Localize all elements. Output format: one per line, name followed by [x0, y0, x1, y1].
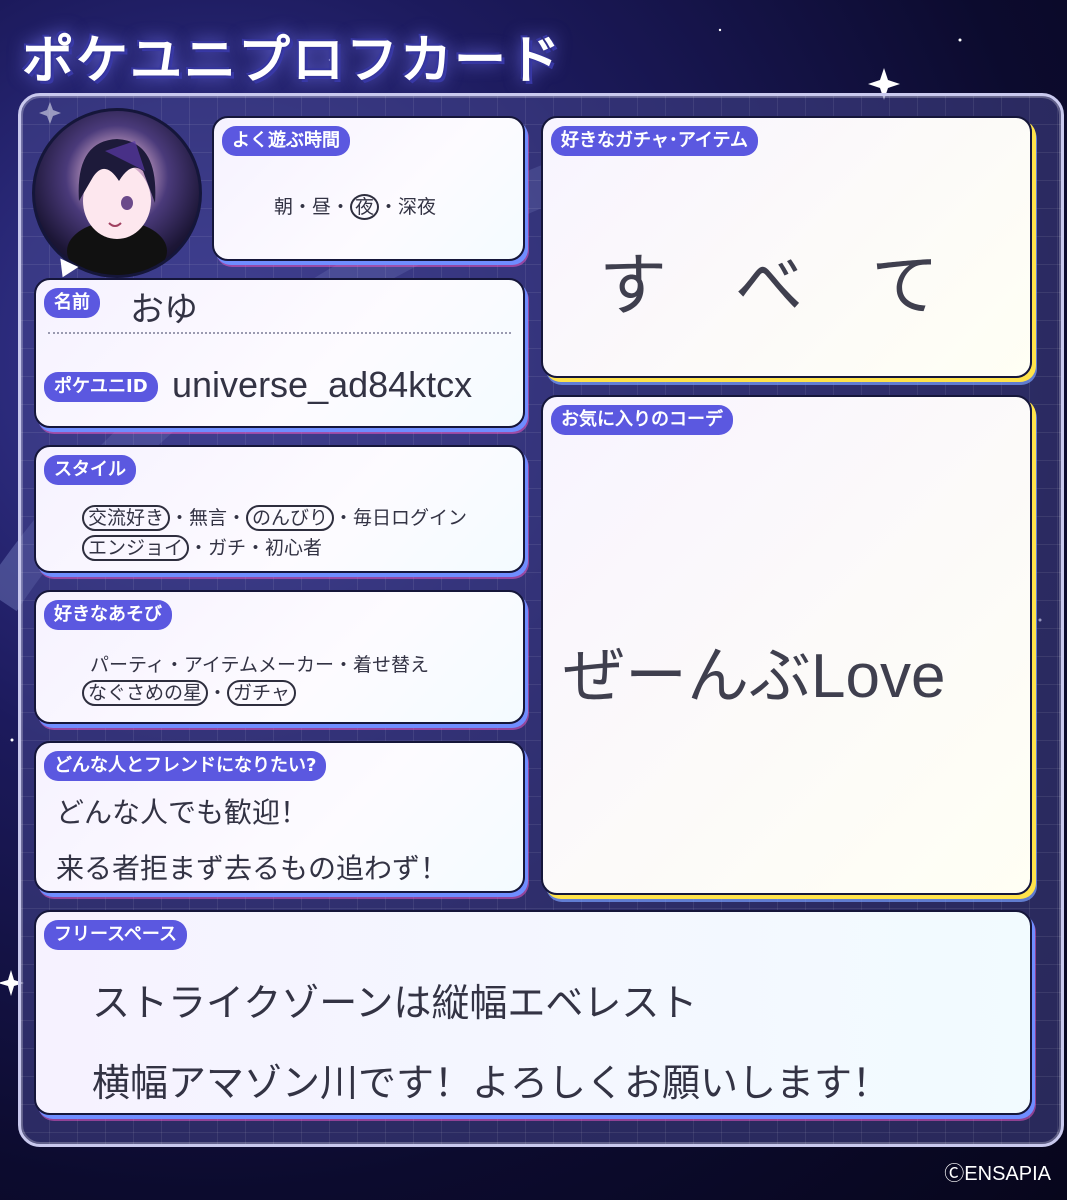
coordinate-value: ぜーんぶLove [563, 642, 946, 711]
style-options-line2: エンジョイ ・ガチ・初心者 [82, 533, 322, 561]
name-label: 名前 [44, 288, 100, 318]
play-time-card: よく遊ぶ時間 朝・昼・夜・深夜 [212, 116, 525, 261]
gacha-card: 好きなガチャ･アイテム す べ て [541, 116, 1032, 378]
style-enjoy-selected: エンジョイ [82, 535, 190, 561]
play-time-morning-noon: 朝・昼・ [274, 196, 351, 218]
name-value: おゆ [130, 290, 198, 330]
favorite-play-label: 好きなあそび [44, 600, 172, 630]
favorite-play-line2: なぐさめの星・ガチャ [82, 678, 296, 706]
favorite-play-gacha-selected: ガチャ [227, 680, 296, 706]
coordinate-label: お気に入りのコーデ [551, 405, 733, 435]
style-relaxed-selected: のんびり [246, 505, 335, 531]
play-time-options: 朝・昼・夜・深夜 [274, 192, 437, 220]
id-value: universe_ad84ktcx [172, 364, 473, 405]
friend-line1: どんな人でも歓迎！ [56, 796, 309, 829]
favorite-play-line1: パーティ・アイテムメーカー・着せ替え [90, 654, 429, 676]
style-label: スタイル [44, 455, 136, 485]
free-space-card: フリースペース ストライクゾーンは縦幅エベレスト 横幅アマゾン川です！よろしくお… [34, 910, 1032, 1115]
coordinate-card: お気に入りのコーデ ぜーんぶLove [541, 395, 1032, 895]
play-time-night-selected: 夜 [350, 194, 380, 220]
favorite-play-star-selected: なぐさめの星 [82, 680, 209, 706]
friend-label: どんな人とフレンドになりたい? [44, 751, 327, 781]
style-card: スタイル 交流好き ・無言・ のんびり ・毎日ログイン エンジョイ ・ガチ・初心者 [34, 445, 525, 573]
friend-card: どんな人とフレンドになりたい? どんな人でも歓迎！ 来る者拒まず去るもの追わず！ [34, 741, 525, 893]
free-space-line2: 横幅アマゾン川です！よろしくお願いします！ [92, 1061, 891, 1105]
play-time-label: よく遊ぶ時間 [222, 126, 350, 156]
copyright-text: ⒸENSAPIA [944, 1163, 1051, 1185]
avatar [32, 108, 202, 278]
play-time-late-night: ・深夜 [379, 196, 437, 218]
free-space-label: フリースペース [44, 920, 187, 950]
gacha-label: 好きなガチャ･アイテム [551, 126, 759, 156]
favorite-play-card: 好きなあそび パーティ・アイテムメーカー・着せ替え なぐさめの星・ガチャ [34, 590, 525, 724]
free-space-line1: ストライクゾーンは縦幅エベレスト [92, 981, 698, 1025]
gacha-value: す べ て [599, 247, 940, 326]
style-social-selected: 交流好き [82, 505, 171, 531]
id-label: ポケユニID [44, 372, 158, 402]
friend-line2: 来る者拒まず去るもの追わず！ [56, 852, 449, 885]
style-options-line1: 交流好き ・無言・ のんびり ・毎日ログイン [82, 503, 467, 531]
name-id-card: 名前 おゆ ポケユニID universe_ad84ktcx [34, 278, 525, 428]
avatar-character-icon [67, 139, 167, 275]
page-title: ポケユニプロフカード [22, 31, 563, 91]
